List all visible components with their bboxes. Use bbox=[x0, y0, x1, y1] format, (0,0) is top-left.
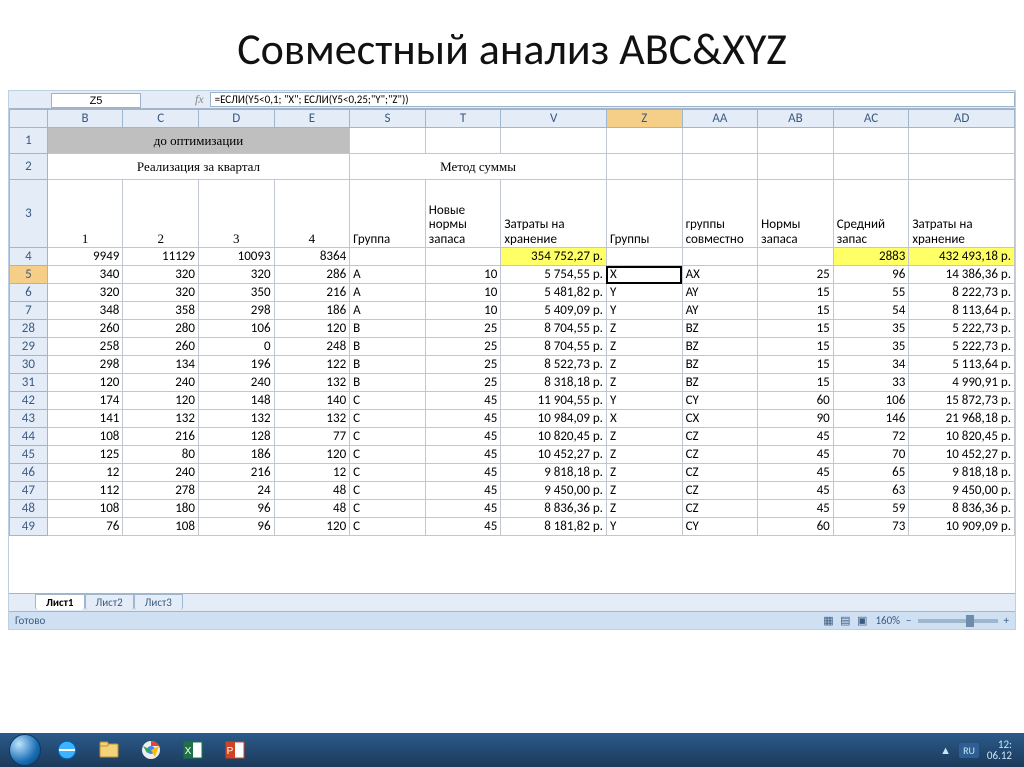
table-row[interactable]: 292582600248B258 704,55 р.ZBZ15355 222,7… bbox=[10, 338, 1015, 356]
row-1[interactable]: 1 до оптимизации bbox=[10, 128, 1015, 154]
view-icons[interactable]: ▦ ▤ ▣ bbox=[823, 614, 869, 627]
col-T[interactable]: T bbox=[425, 110, 501, 128]
language-indicator[interactable]: RU bbox=[959, 743, 979, 758]
table-row[interactable]: 31120240240132B258 318,18 р.ZBZ15334 990… bbox=[10, 374, 1015, 392]
table-row[interactable]: 4512580186120C4510 452,27 р.ZCZ457010 45… bbox=[10, 446, 1015, 464]
table-row[interactable]: 7348358298186A105 409,09 р.YAY15548 113,… bbox=[10, 302, 1015, 320]
explorer-icon[interactable] bbox=[90, 736, 128, 764]
powerpoint-icon[interactable]: P bbox=[216, 736, 254, 764]
spreadsheet-grid[interactable]: B C D E S T V Z AA AB AC AD 1 до оптимиз… bbox=[9, 109, 1015, 593]
col-B[interactable]: B bbox=[47, 110, 123, 128]
col-E[interactable]: E bbox=[274, 110, 350, 128]
header-sum-method: Метод суммы bbox=[350, 154, 607, 180]
system-tray[interactable]: ▲ RU 12: 06.12 bbox=[940, 739, 1018, 761]
ie-icon[interactable] bbox=[48, 736, 86, 764]
col-AA[interactable]: AA bbox=[682, 110, 758, 128]
col-V[interactable]: V bbox=[501, 110, 607, 128]
col-D[interactable]: D bbox=[198, 110, 274, 128]
column-headers[interactable]: B C D E S T V Z AA AB AC AD bbox=[10, 110, 1015, 128]
table-row[interactable]: 43141132132132C4510 984,09 р.XCX9014621 … bbox=[10, 410, 1015, 428]
formula-bar[interactable]: =ЕСЛИ(Y5<0,1; "X"; ЕСЛИ(Y5<0,25;"Y";"Z")… bbox=[210, 92, 1015, 107]
tab-sheet2[interactable]: Лист2 bbox=[85, 594, 134, 610]
sheet-tabs[interactable]: Лист1 Лист2 Лист3 bbox=[9, 593, 1015, 611]
status-ready: Готово bbox=[15, 614, 45, 627]
svg-text:X: X bbox=[185, 746, 192, 757]
table-row[interactable]: 4994911129100938364354 752,27 р.2883432 … bbox=[10, 248, 1015, 266]
row-2[interactable]: 2 Реализация за квартал Метод суммы bbox=[10, 154, 1015, 180]
fx-icon[interactable]: fx bbox=[195, 92, 204, 107]
header-pre-opt: до оптимизации bbox=[47, 128, 349, 154]
table-row[interactable]: 30298134196122B258 522,73 р.ZBZ15345 113… bbox=[10, 356, 1015, 374]
excel-icon[interactable]: X bbox=[174, 736, 212, 764]
header-quarter-sales: Реализация за квартал bbox=[47, 154, 349, 180]
table-row[interactable]: 4410821612877C4510 820,45 р.ZCZ457210 82… bbox=[10, 428, 1015, 446]
zoom-level[interactable]: 160% bbox=[875, 614, 900, 627]
col-S[interactable]: S bbox=[350, 110, 426, 128]
table-row[interactable]: 5340320320286A105 754,55 р.XAX259614 386… bbox=[10, 266, 1015, 284]
table-row[interactable]: 481081809648C458 836,36 р.ZCZ45598 836,3… bbox=[10, 500, 1015, 518]
table-row[interactable]: 497610896120C458 181,82 р.YCY607310 909,… bbox=[10, 518, 1015, 536]
svg-text:P: P bbox=[227, 746, 234, 757]
zoom-slider[interactable] bbox=[918, 619, 998, 623]
table-row[interactable]: 6320320350216A105 481,82 р.YAY15558 222,… bbox=[10, 284, 1015, 302]
table-row[interactable]: 42174120148140C4511 904,55 р.YCY6010615 … bbox=[10, 392, 1015, 410]
row-3[interactable]: 3 1 2 3 4 Группа Новые нормы запаса Затр… bbox=[10, 180, 1015, 248]
table-row[interactable]: 28260280106120B258 704,55 р.ZBZ15355 222… bbox=[10, 320, 1015, 338]
tab-sheet1[interactable]: Лист1 bbox=[35, 594, 85, 610]
table-row[interactable]: 461224021612C459 818,18 р.ZCZ45659 818,1… bbox=[10, 464, 1015, 482]
col-C[interactable]: C bbox=[123, 110, 199, 128]
col-AC[interactable]: AC bbox=[833, 110, 909, 128]
col-Z[interactable]: Z bbox=[606, 110, 682, 128]
excel-window: Z5 fx =ЕСЛИ(Y5<0,1; "X"; ЕСЛИ(Y5<0,25;"Y… bbox=[8, 90, 1016, 630]
tray-flag-icon[interactable]: ▲ bbox=[940, 744, 951, 757]
tab-sheet3[interactable]: Лист3 bbox=[134, 594, 183, 610]
col-AB[interactable]: AB bbox=[758, 110, 834, 128]
formula-bar-row: Z5 fx =ЕСЛИ(Y5<0,1; "X"; ЕСЛИ(Y5<0,25;"Y… bbox=[9, 91, 1015, 109]
chrome-icon[interactable] bbox=[132, 736, 170, 764]
status-bar: Готово ▦ ▤ ▣ 160% − + bbox=[9, 611, 1015, 629]
col-AD[interactable]: AD bbox=[909, 110, 1015, 128]
slide-title: Совместный анализ ABC&XYZ bbox=[0, 0, 1024, 90]
windows-taskbar[interactable]: X P ▲ RU 12: 06.12 bbox=[0, 733, 1024, 767]
start-button[interactable] bbox=[6, 736, 44, 764]
clock-date: 06.12 bbox=[987, 750, 1012, 761]
name-box[interactable]: Z5 bbox=[51, 93, 141, 108]
table-row[interactable]: 471122782448C459 450,00 р.ZCZ45639 450,0… bbox=[10, 482, 1015, 500]
